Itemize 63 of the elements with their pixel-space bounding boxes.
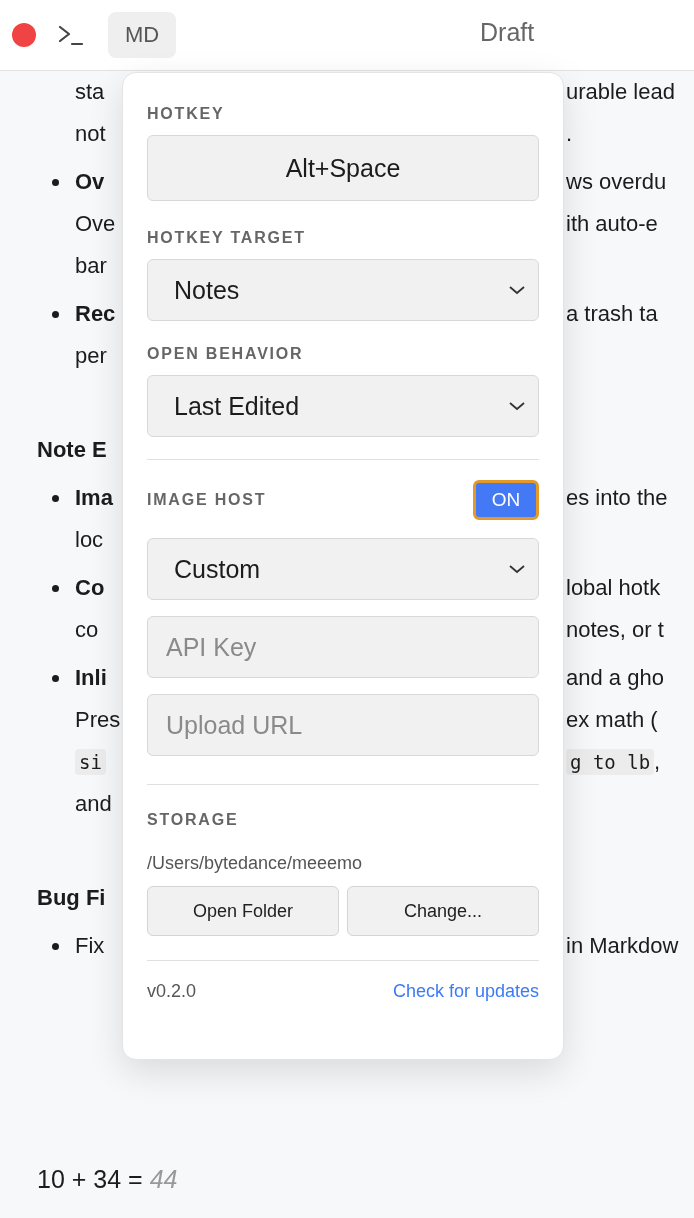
- body-text: Pres: [75, 707, 121, 733]
- body-text: co: [75, 617, 99, 643]
- body-text: Ov: [75, 169, 105, 195]
- body-text: .: [566, 121, 573, 147]
- section-label: HOTKEY: [147, 105, 226, 123]
- section-label: HOTKEY TARGET: [147, 229, 307, 247]
- window-title: Draft: [480, 18, 535, 47]
- body-text: Rec: [75, 301, 116, 327]
- input-field[interactable]: Upload URL: [147, 694, 539, 756]
- section-label: IMAGE HOST: [147, 491, 267, 509]
- body-text: urable lead: [566, 79, 675, 105]
- bullet-icon: [52, 310, 59, 318]
- body-text: not: [75, 121, 106, 147]
- body-text: Fix: [75, 933, 105, 959]
- bullet-icon: [52, 178, 59, 186]
- bullet-icon: [52, 674, 59, 682]
- bullet-icon: [52, 584, 59, 592]
- body-text: Ima: [75, 485, 113, 511]
- body-text: lobal hotk: [566, 575, 661, 601]
- body-text: in Markdow: [566, 933, 679, 959]
- close-button[interactable]: [12, 23, 36, 47]
- inline-code: si: [75, 749, 106, 775]
- body-text: ith auto-e: [566, 211, 658, 237]
- open-behavior-select[interactable]: Last Edited: [147, 375, 539, 437]
- body-text: sta: [75, 79, 105, 105]
- body-text: ex math (: [566, 707, 658, 733]
- bullet-icon: [52, 494, 59, 502]
- section-label: STORAGE: [147, 811, 240, 829]
- inline-code: g to lb: [566, 749, 655, 775]
- body-text: Ove: [75, 211, 116, 237]
- body-text: bar: [75, 253, 107, 279]
- storage-button[interactable]: Open Folder: [147, 886, 339, 936]
- body-text: a trash ta: [566, 301, 658, 327]
- input-field[interactable]: API Key: [147, 616, 539, 678]
- storage-button[interactable]: Change...: [347, 886, 539, 936]
- section-heading: Bug Fi: [37, 885, 106, 911]
- section-heading: Note E: [37, 437, 107, 463]
- version-text: v0.2.0: [147, 981, 197, 1002]
- chevron-down-icon: [508, 401, 526, 411]
- storage-path: /Users/bytedance/meeemo: [147, 853, 364, 874]
- chevron-down-icon: [508, 564, 526, 574]
- hotkey-target-select[interactable]: Notes: [147, 259, 539, 321]
- body-text: ,: [654, 749, 661, 775]
- terminal-icon[interactable]: [58, 24, 84, 46]
- body-text: and: [75, 791, 112, 817]
- chevron-down-icon: [508, 285, 526, 295]
- hotkey-field[interactable]: Alt+Space: [147, 135, 539, 201]
- check-updates-link[interactable]: Check for updates: [392, 981, 539, 1002]
- body-text: Co: [75, 575, 105, 601]
- calculation-text: 10 + 34 =: [37, 1165, 143, 1194]
- section-label: OPEN BEHAVIOR: [147, 345, 305, 363]
- body-text: es into the: [566, 485, 668, 511]
- markdown-mode-button[interactable]: MD: [108, 12, 176, 58]
- body-text: ws overdu: [566, 169, 667, 195]
- body-text: loc: [75, 527, 104, 553]
- image-host-toggle[interactable]: ON: [473, 480, 539, 520]
- body-text: Inli: [75, 665, 107, 691]
- image-host-select[interactable]: Custom: [147, 538, 539, 600]
- bullet-icon: [52, 942, 59, 950]
- calculation-result: 44: [149, 1165, 178, 1194]
- body-text: notes, or t: [566, 617, 664, 643]
- body-text: per: [75, 343, 107, 369]
- body-text: and a gho: [566, 665, 664, 691]
